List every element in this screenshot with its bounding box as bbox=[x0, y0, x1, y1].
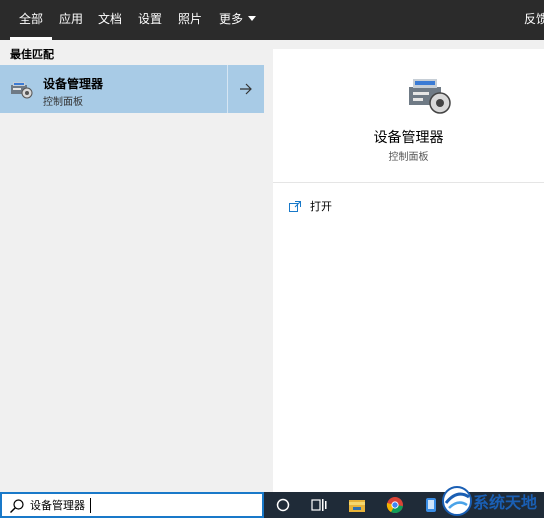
tab-photos-label: 照片 bbox=[178, 12, 203, 26]
result-title: 设备管理器 bbox=[43, 77, 104, 91]
tab-all-label: 全部 bbox=[19, 12, 44, 26]
result-subtitle: 控制面板 bbox=[43, 97, 83, 108]
tab-all[interactable]: 全部 bbox=[10, 0, 53, 40]
tab-apps[interactable]: 应用 bbox=[50, 0, 92, 40]
section-best-match-title: 最佳匹配 bbox=[10, 48, 54, 61]
search-icon bbox=[10, 499, 24, 513]
detail-pane: 设备管理器 控制面板 打开 bbox=[273, 49, 544, 492]
arrow-right-icon bbox=[240, 83, 252, 95]
tab-settings[interactable]: 设置 bbox=[129, 0, 171, 40]
task-view-icon[interactable] bbox=[304, 492, 334, 518]
tab-documents-label: 文档 bbox=[98, 12, 123, 26]
site-watermark: 系统天地 bbox=[440, 483, 544, 518]
watermark-logo-icon bbox=[442, 486, 472, 516]
results-pane: 最佳匹配 设备管理器 控制面板 bbox=[0, 40, 264, 492]
best-match-result[interactable]: 设备管理器 控制面板 bbox=[0, 65, 227, 113]
open-action[interactable]: 打开 bbox=[289, 197, 332, 215]
open-icon bbox=[289, 200, 301, 212]
search-box[interactable] bbox=[0, 492, 264, 518]
tab-settings-label: 设置 bbox=[138, 12, 163, 26]
detail-title: 设备管理器 bbox=[373, 130, 444, 146]
open-action-label: 打开 bbox=[310, 200, 332, 213]
chrome-icon[interactable] bbox=[380, 492, 410, 518]
detail-divider bbox=[273, 182, 544, 183]
text-caret bbox=[90, 498, 91, 513]
device-manager-large-icon bbox=[409, 79, 451, 114]
expand-details-button[interactable] bbox=[227, 65, 264, 113]
chevron-down-icon bbox=[248, 16, 257, 21]
search-scope-tabbar: 全部 应用 文档 设置 照片 更多 反馈 bbox=[0, 0, 544, 40]
device-manager-icon bbox=[11, 82, 33, 99]
tab-apps-label: 应用 bbox=[59, 12, 84, 26]
file-explorer-icon[interactable] bbox=[342, 492, 372, 518]
tab-photos[interactable]: 照片 bbox=[169, 0, 211, 40]
search-input[interactable] bbox=[30, 496, 260, 514]
tab-more-label: 更多 bbox=[219, 12, 244, 26]
tab-more[interactable]: 更多 bbox=[210, 0, 265, 40]
tab-documents[interactable]: 文档 bbox=[89, 0, 131, 40]
feedback-link[interactable]: 反馈 bbox=[524, 0, 544, 40]
watermark-text: 系统天地 bbox=[473, 493, 538, 512]
cortana-icon[interactable] bbox=[268, 492, 298, 518]
detail-subtitle: 控制面板 bbox=[388, 152, 429, 163]
